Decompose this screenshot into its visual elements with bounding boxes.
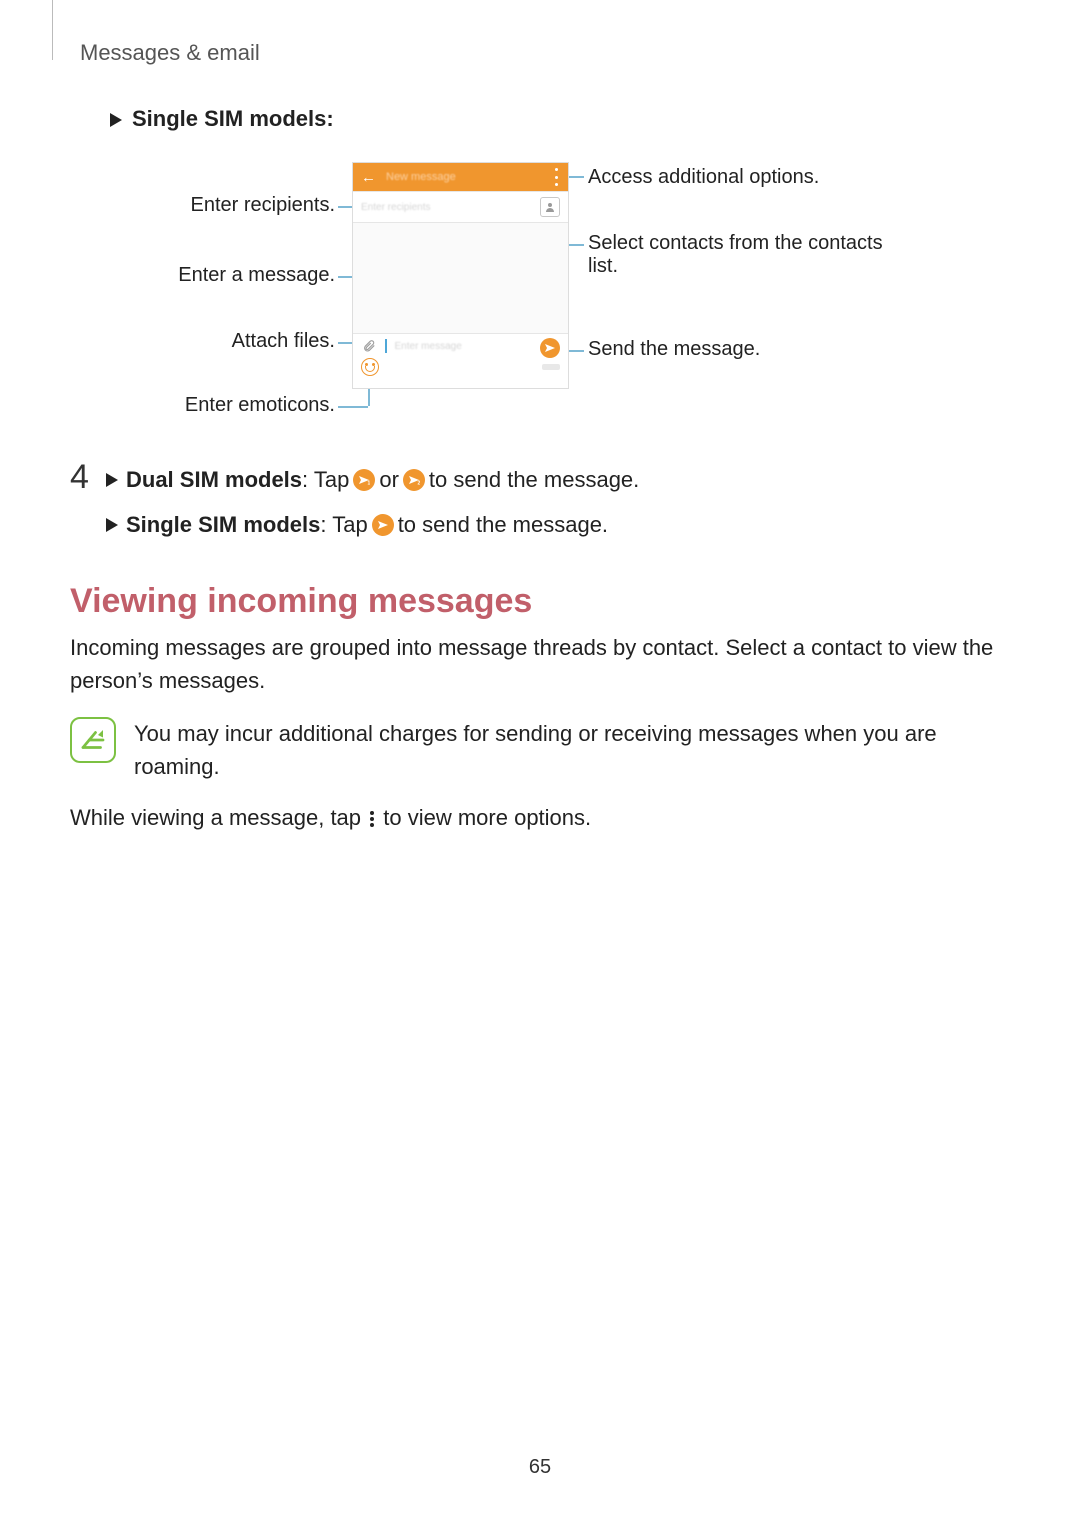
single-sim-label: Single SIM models [132,106,326,131]
text: to view more options. [383,805,591,830]
single-sim-heading: Single SIM models: [110,106,1010,132]
callout-access-options: Access additional options. [588,166,819,189]
single-sim-label: Single SIM models [126,507,320,542]
incoming-description: Incoming messages are grouped into messa… [70,631,1010,697]
recipients-placeholder[interactable]: Enter recipients [361,202,540,213]
compose-diagram: Enter recipients. Enter a message. Attac… [70,162,1010,442]
colon: : [326,106,333,131]
section-heading: Viewing incoming messages [70,582,1010,621]
svg-text:1: 1 [368,480,371,485]
page-corner-mark [52,0,53,60]
phone-mock: ← New message Enter recipients En [352,162,569,389]
callout-enter-recipients: Enter recipients. [70,194,335,217]
send-sim1-icon: 1 [353,469,375,491]
send-icon [372,514,394,536]
more-options-icon[interactable] [550,168,562,186]
text: While viewing a message, tap [70,805,367,830]
connector [338,406,368,408]
callout-select-contacts: Select contacts from the contacts list. [588,232,888,278]
send-sub-label [542,364,560,370]
single-sim-line: Single SIM models : Tap to send the mess… [106,507,1010,542]
manual-page: Messages & email Single SIM models: Ente… [0,0,1080,1527]
text: to send the message. [429,462,639,497]
roaming-note: You may incur additional charges for sen… [70,717,1010,783]
svg-text:2: 2 [417,480,420,485]
message-body-area[interactable] [353,223,568,334]
back-icon[interactable]: ← [361,169,376,186]
text: : Tap [320,507,367,542]
send-sim2-icon: 2 [403,469,425,491]
compose-title: New message [386,171,456,183]
triangle-bullet-icon [106,518,118,532]
step-number: 4 [70,460,106,494]
recipients-row: Enter recipients [353,191,568,223]
note-icon [70,717,116,763]
text: : Tap [302,462,349,497]
triangle-bullet-icon [110,113,122,127]
callout-attach-files: Attach files. [70,330,335,353]
breadcrumb: Messages & email [80,40,1010,66]
callout-enter-message: Enter a message. [70,264,335,287]
emoticon-icon[interactable] [361,358,379,376]
message-placeholder[interactable]: Enter message [395,341,462,352]
dual-sim-line: Dual SIM models : Tap 1 or 2 to send the… [106,462,1010,497]
step-4: 4 Dual SIM models : Tap 1 or 2 to send t… [70,462,1010,542]
contacts-icon[interactable] [540,197,560,217]
view-more-options-line: While viewing a message, tap to view mor… [70,801,1010,834]
message-input-row: Enter message [353,334,568,358]
text-cursor [385,339,387,353]
phone-header: ← New message [353,163,568,191]
more-options-icon [370,811,374,827]
attach-icon[interactable] [361,338,377,354]
page-number: 65 [529,1456,551,1479]
note-text: You may incur additional charges for sen… [134,717,1010,783]
text: or [379,462,399,497]
send-icon[interactable] [540,338,560,358]
dual-sim-label: Dual SIM models [126,462,302,497]
emoji-row [353,358,568,382]
triangle-bullet-icon [106,473,118,487]
callout-enter-emoticons: Enter emoticons. [70,394,335,417]
text: to send the message. [398,507,608,542]
callout-send-message: Send the message. [588,338,760,361]
